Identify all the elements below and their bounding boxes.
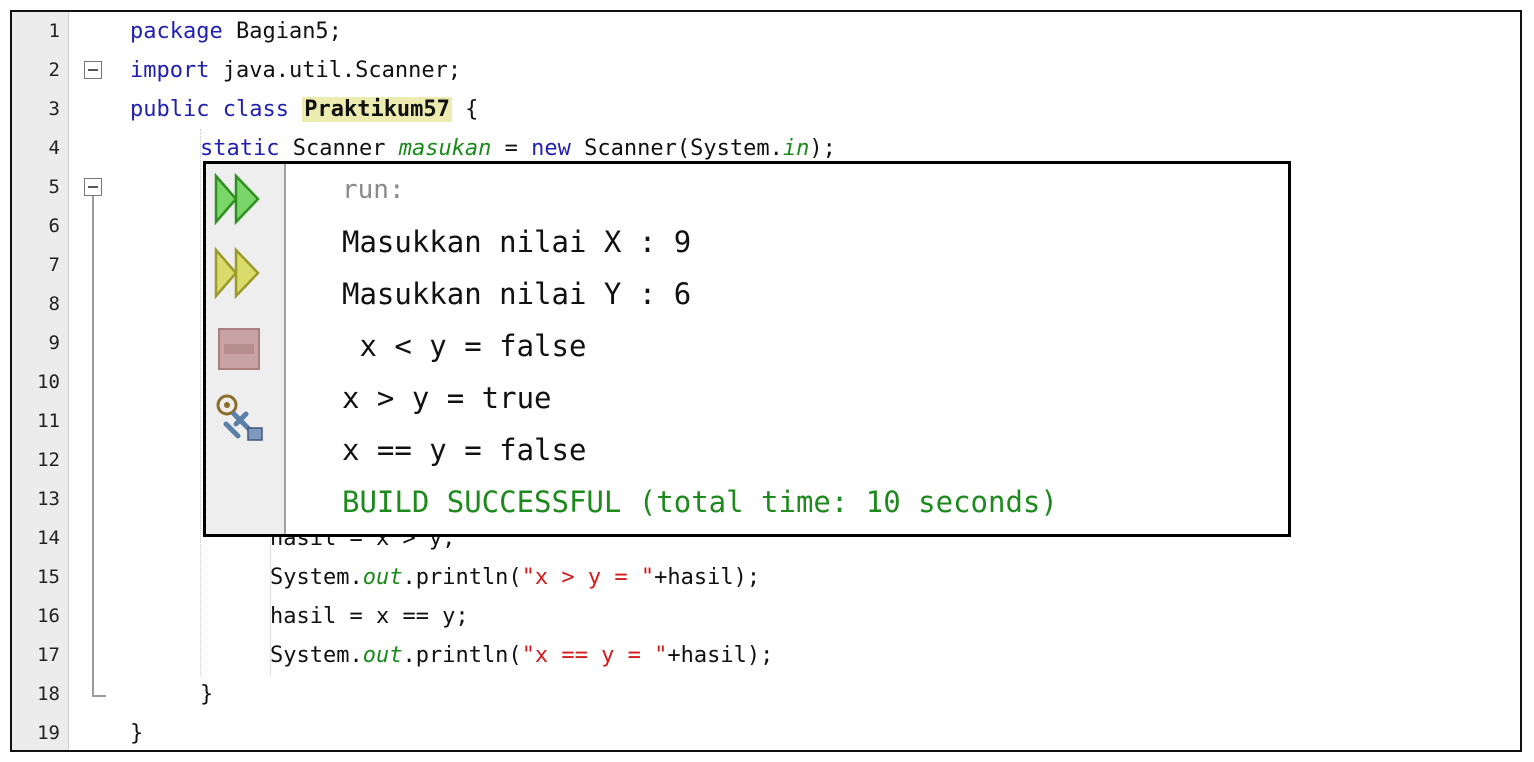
line-number: 17	[37, 644, 60, 666]
run-label: run:	[342, 175, 405, 205]
output-line: x == y = false	[342, 433, 587, 467]
output-line: Masukkan nilai Y : 6	[342, 277, 692, 311]
line-number: 16	[37, 605, 60, 627]
field-name: out	[362, 643, 403, 668]
code-text: .println(	[402, 565, 522, 590]
fold-column	[69, 12, 119, 750]
field-name: in	[782, 136, 810, 161]
code-line: System.out.println("x > y = "+hasil);	[270, 558, 760, 597]
code-line: }	[200, 682, 214, 707]
indent-guide	[200, 129, 201, 675]
code-text: Scanner	[279, 136, 399, 161]
line-number: 6	[48, 215, 60, 237]
line-number: 3	[48, 98, 60, 120]
code-text: java.util.Scanner;	[209, 58, 462, 83]
line-number: 12	[37, 449, 60, 471]
fold-toggle-icon[interactable]	[84, 178, 102, 196]
code-text: {	[451, 97, 479, 122]
code-line: public class Praktikum57 {	[130, 90, 478, 129]
build-status: BUILD SUCCESSFUL (total time: 10 seconds…	[342, 485, 1058, 519]
line-number: 4	[48, 137, 60, 159]
code-line: System.out.println("x == y = "+hasil);	[270, 636, 773, 675]
string-literal: "x > y = "	[521, 565, 655, 590]
code-text: );	[809, 136, 836, 161]
line-number: 1	[48, 20, 60, 42]
keyword: new	[531, 136, 571, 161]
keyword: import	[130, 58, 210, 83]
line-number: 13	[37, 488, 60, 510]
code-line: import java.util.Scanner;	[130, 51, 461, 90]
keyword: class	[222, 97, 289, 122]
output-window[interactable]: run: Masukkan nilai X : 9 Masukkan nilai…	[203, 161, 1291, 537]
field-name: masukan	[398, 136, 492, 161]
keyword: public	[130, 97, 210, 122]
field-name: out	[362, 565, 403, 590]
output-line: Masukkan nilai X : 9	[342, 225, 692, 259]
code-text: +hasil);	[654, 565, 761, 590]
line-number: 9	[48, 332, 60, 354]
output-line: x < y = false	[342, 329, 587, 363]
line-number: 14	[37, 527, 60, 549]
line-number: 5	[48, 176, 60, 198]
output-line: x > y = true	[342, 381, 552, 415]
code-line: package Bagian5;	[130, 12, 342, 51]
line-number: 7	[48, 254, 60, 276]
settings-icon[interactable]	[212, 390, 266, 444]
code-line: }	[130, 721, 144, 746]
code-text: .println(	[402, 643, 522, 668]
rerun-with-options-icon[interactable]	[212, 246, 266, 300]
fold-line	[92, 196, 94, 696]
code-text: System.	[270, 643, 363, 668]
code-text: +hasil);	[667, 643, 774, 668]
line-number-gutter: 1 2 3 4 5 6 7 8 9 10 11 12 13 14 15 16 1…	[12, 12, 69, 750]
line-number: 2	[48, 59, 60, 81]
keyword: package	[130, 19, 223, 44]
fold-toggle-icon[interactable]	[84, 61, 102, 79]
line-number: 15	[37, 566, 60, 588]
line-number: 19	[37, 722, 60, 744]
code-text: System.	[270, 565, 363, 590]
keyword: static	[200, 136, 280, 161]
string-literal: "x == y = "	[521, 643, 668, 668]
code-line: hasil = x == y;	[270, 604, 469, 629]
code-text: =	[491, 136, 532, 161]
stop-icon[interactable]	[212, 322, 266, 376]
output-toolbar	[206, 164, 286, 534]
line-number: 8	[48, 293, 60, 315]
line-number: 11	[37, 410, 60, 432]
class-name-highlight: Praktikum57	[302, 97, 452, 122]
code-text: Bagian5;	[222, 19, 342, 44]
code-text: Scanner(System.	[570, 136, 783, 161]
run-again-icon[interactable]	[212, 172, 266, 226]
line-number: 18	[37, 683, 60, 705]
fold-end-marker	[92, 695, 106, 697]
line-number: 10	[37, 371, 60, 393]
